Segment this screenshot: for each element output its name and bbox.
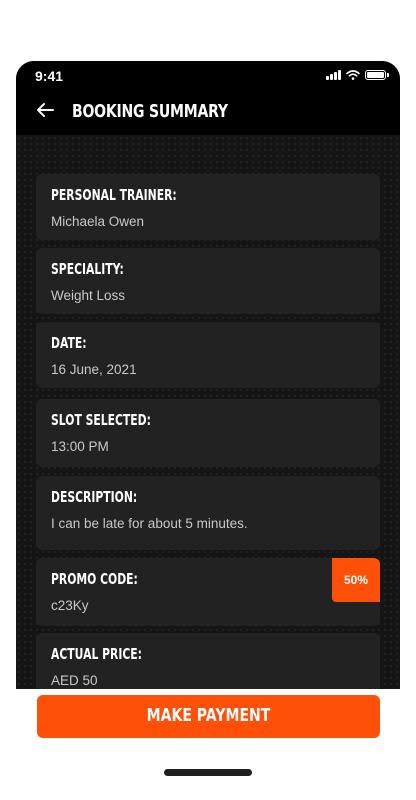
date-card: DATE: 16 June, 2021 xyxy=(36,322,380,388)
description-value: I can be late for about 5 minutes. xyxy=(51,516,248,531)
price-label: ACTUAL PRICE: xyxy=(51,645,142,663)
phone-screen: 9:41 BOOKING SUMMARY PERSONAL TRAINER: M… xyxy=(16,61,400,689)
promo-value: c23Ky xyxy=(51,598,89,613)
date-label: DATE: xyxy=(51,334,87,352)
make-payment-label: MAKE PAYMENT xyxy=(146,705,271,726)
app-header: BOOKING SUMMARY xyxy=(16,87,400,135)
wifi-icon xyxy=(346,70,360,80)
slot-card: SLOT SELECTED: 13:00 PM xyxy=(36,399,380,467)
arrow-left-icon[interactable] xyxy=(34,99,56,121)
status-icons xyxy=(326,70,389,80)
description-card: DESCRIPTION: I can be late for about 5 m… xyxy=(36,476,380,550)
date-value: 16 June, 2021 xyxy=(51,362,137,377)
trainer-value: Michaela Owen xyxy=(51,214,145,229)
promo-card: PROMO CODE: c23Ky 50% xyxy=(36,558,380,626)
speciality-card: SPECIALITY: Weight Loss xyxy=(36,248,380,314)
booking-summary-list: PERSONAL TRAINER: Michaela Owen SPECIALI… xyxy=(16,135,400,689)
signal-icon xyxy=(326,70,341,80)
speciality-label: SPECIALITY: xyxy=(51,260,124,278)
slot-label: SLOT SELECTED: xyxy=(51,411,151,429)
price-card: ACTUAL PRICE: AED 50 xyxy=(36,633,380,689)
promo-label: PROMO CODE: xyxy=(51,570,138,588)
speciality-value: Weight Loss xyxy=(51,288,126,303)
page-title: BOOKING SUMMARY xyxy=(72,101,228,122)
discount-badge: 50% xyxy=(332,558,380,602)
make-payment-button[interactable]: MAKE PAYMENT xyxy=(37,695,380,738)
home-indicator xyxy=(164,769,252,776)
slot-value: 13:00 PM xyxy=(51,439,109,454)
trainer-label: PERSONAL TRAINER: xyxy=(51,186,177,204)
status-time: 9:41 xyxy=(35,68,64,84)
price-value: AED 50 xyxy=(51,673,98,688)
status-bar: 9:41 xyxy=(16,61,400,87)
trainer-card: PERSONAL TRAINER: Michaela Owen xyxy=(36,174,380,240)
battery-icon xyxy=(365,70,389,80)
description-label: DESCRIPTION: xyxy=(51,488,138,506)
